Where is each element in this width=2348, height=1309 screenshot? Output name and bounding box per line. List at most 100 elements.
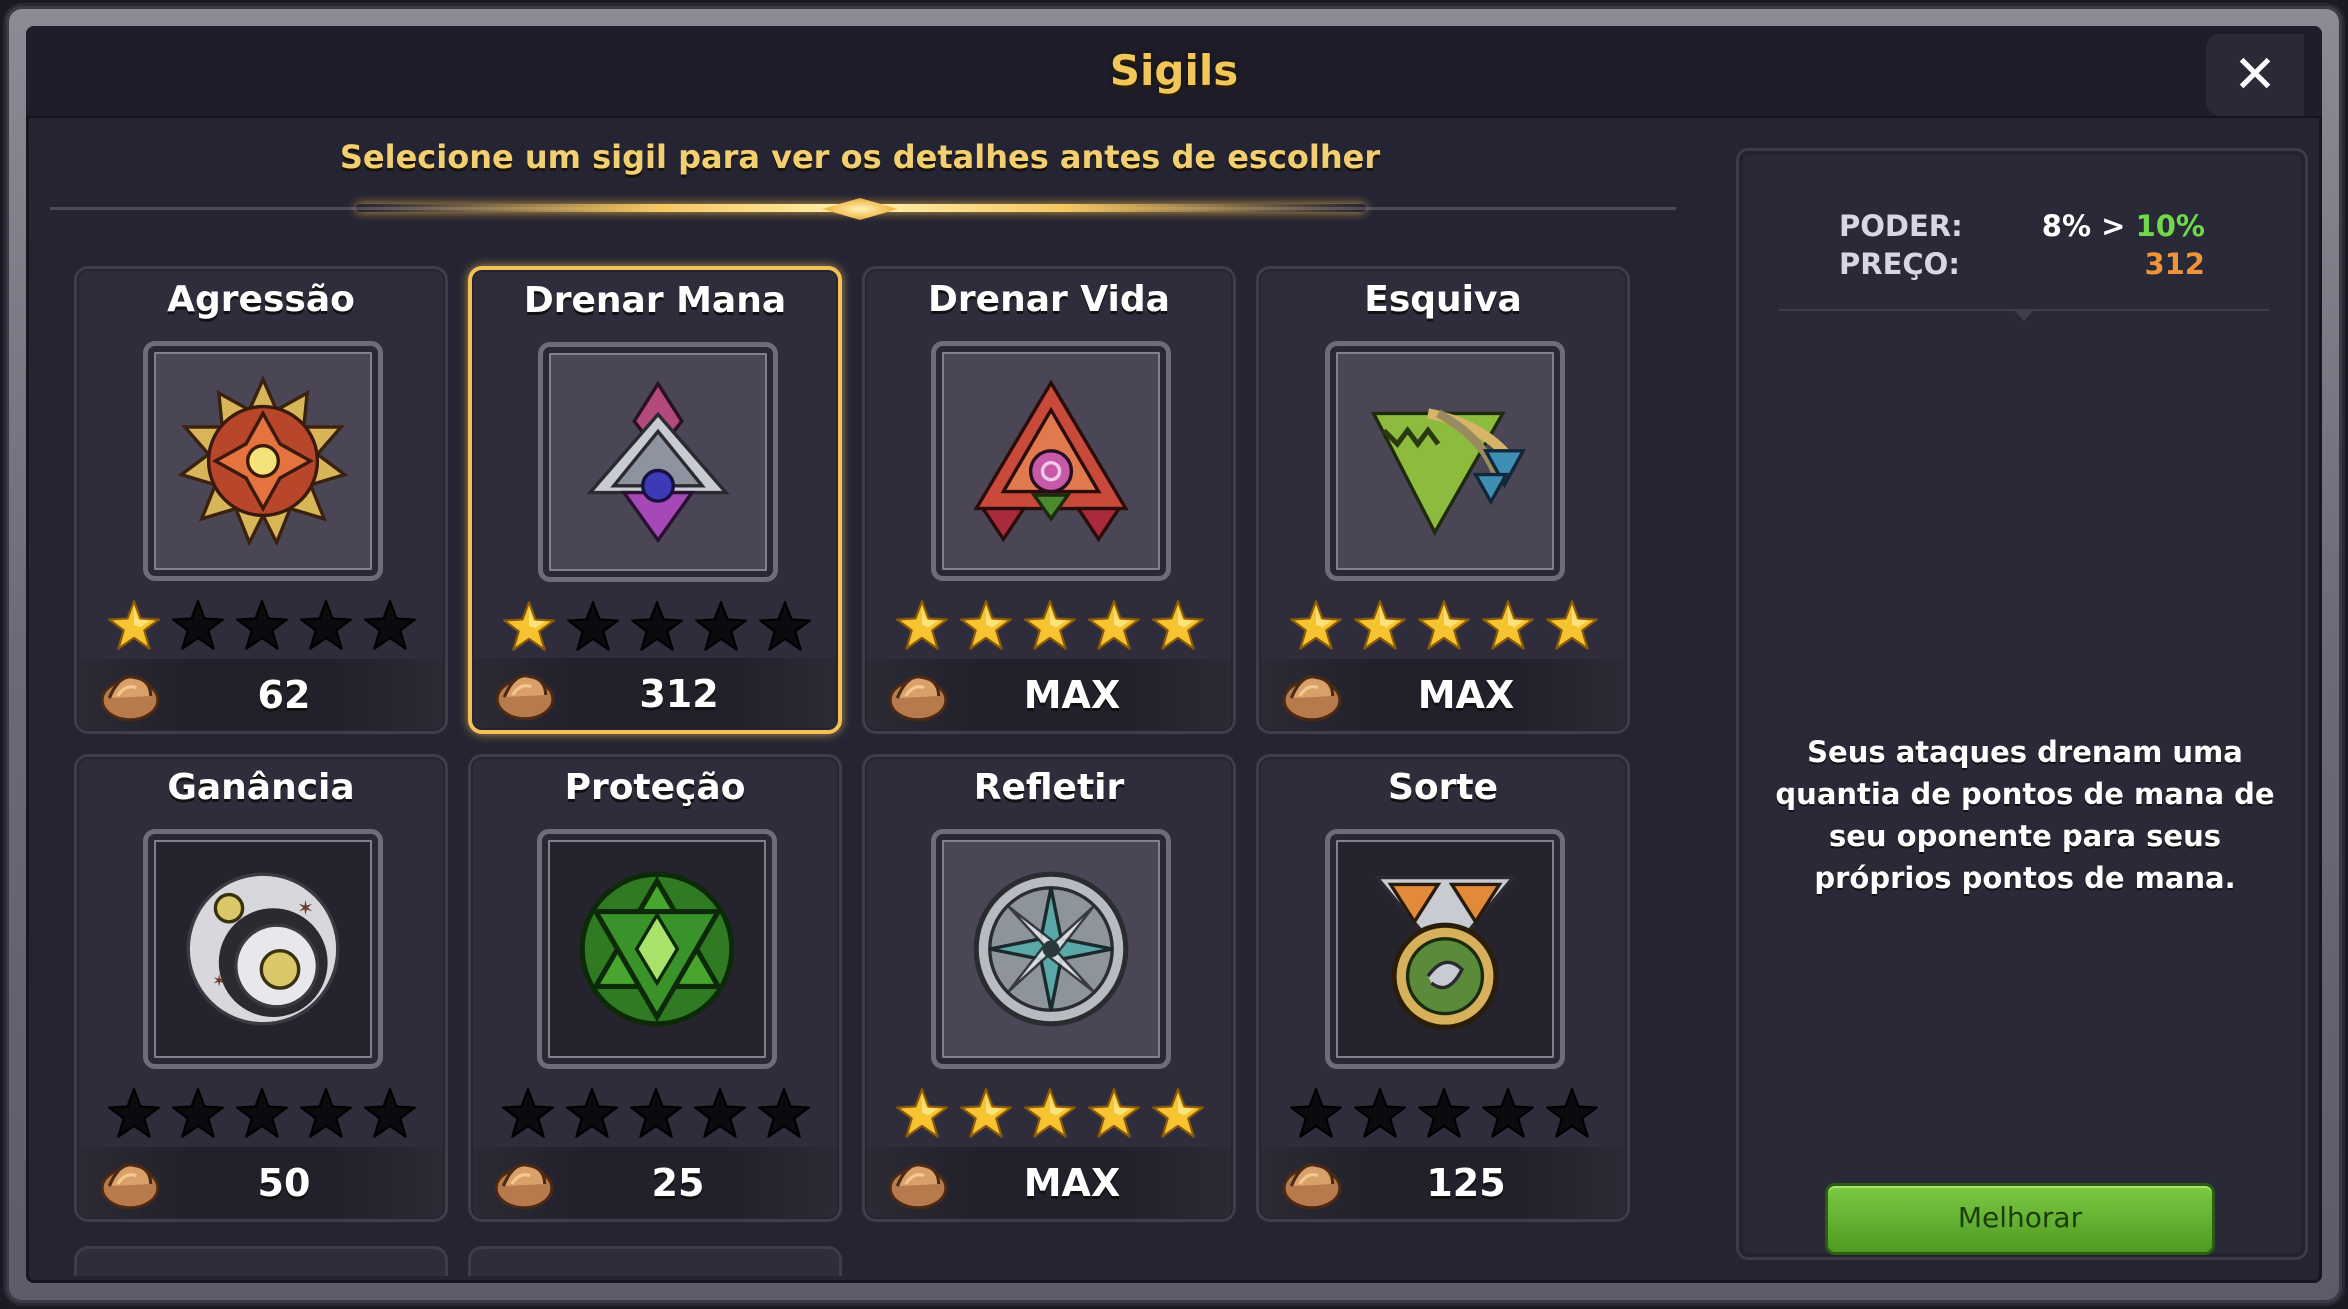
star-empty-icon — [694, 1088, 746, 1138]
sigil-price: MAX — [1417, 673, 1515, 717]
sigil-card-drenar-vida[interactable]: Drenar Vida MAX — [862, 266, 1236, 734]
sigil-icon-frame: ✶ ✶ — [143, 829, 383, 1069]
star-empty-icon — [364, 600, 416, 650]
star-empty-icon — [236, 600, 288, 650]
price-bar: MAX — [867, 1147, 1231, 1217]
agressao-sigil-icon — [178, 376, 348, 546]
price-bar: 50 — [79, 1147, 443, 1217]
star-rating — [501, 1087, 811, 1147]
sigil-grid: Agressão 62 Drenar Mana 312 Drenar Vida … — [74, 266, 1674, 1276]
power-value: 8% > 10% — [2042, 209, 2205, 243]
star-empty-icon — [630, 1088, 682, 1138]
star-empty-icon — [364, 1088, 416, 1138]
price-bar: MAX — [867, 659, 1231, 729]
sigil-card-sorte[interactable]: Sorte 125 — [1256, 754, 1630, 1222]
svg-text:✶: ✶ — [297, 896, 314, 920]
refletir-sigil-icon — [973, 871, 1129, 1027]
star-empty-icon — [1546, 1088, 1598, 1138]
close-button[interactable]: ✕ — [2206, 34, 2304, 116]
star-filled-icon — [1088, 1088, 1140, 1138]
star-rating — [107, 599, 417, 659]
sigil-name: Sorte — [1387, 767, 1499, 808]
star-rating — [895, 1087, 1205, 1147]
sigil-name: Proteção — [564, 767, 746, 808]
star-filled-icon — [503, 601, 555, 651]
sigil-card-ganancia[interactable]: Ganância ✶ ✶ 50 — [74, 754, 448, 1222]
star-filled-icon — [1546, 600, 1598, 650]
star-empty-icon — [172, 600, 224, 650]
star-filled-icon — [1290, 600, 1342, 650]
upgrade-button[interactable]: Melhorar — [1825, 1183, 2215, 1255]
price-bar: 312 — [474, 658, 836, 728]
star-empty-icon — [567, 601, 619, 651]
sigil-price: MAX — [1023, 1161, 1121, 1205]
star-rating — [895, 599, 1205, 659]
ganancia-sigil-icon: ✶ ✶ — [186, 872, 340, 1026]
sigil-name: Drenar Vida — [928, 279, 1170, 320]
sigil-price: 50 — [257, 1161, 311, 1205]
instruction-text: Selecione um sigil para ver os detalhes … — [339, 138, 1381, 176]
star-empty-icon — [502, 1088, 554, 1138]
star-rating — [502, 600, 812, 660]
sigil-icon-frame — [143, 341, 383, 581]
star-filled-icon — [1152, 1088, 1204, 1138]
star-filled-icon — [1024, 1088, 1076, 1138]
price-bar: 25 — [473, 1147, 837, 1217]
sigil-detail-panel: PODER: 8% > 10% PREÇO: 312 Seus ataques … — [1736, 148, 2308, 1260]
sorte-sigil-icon — [1373, 875, 1517, 1030]
sigil-card-agressao[interactable]: Agressão 62 — [74, 266, 448, 734]
price-bar: MAX — [1261, 659, 1625, 729]
sigil-name: Agressão — [167, 279, 355, 320]
sigil-icon-frame — [931, 341, 1171, 581]
sigil-icon-frame — [538, 342, 778, 582]
star-filled-icon — [1354, 600, 1406, 650]
star-rating — [1289, 599, 1599, 659]
star-empty-icon — [566, 1088, 618, 1138]
price-value: 312 — [2144, 247, 2205, 281]
sigil-card-drenar-mana[interactable]: Drenar Mana 312 — [468, 266, 842, 734]
sigil-icon-frame — [1325, 829, 1565, 1069]
protecao-sigil-icon — [579, 871, 735, 1027]
star-empty-icon — [1482, 1088, 1534, 1138]
divider-ornament — [822, 198, 898, 220]
sigil-description: Seus ataques drenam uma quantia de ponto… — [1775, 735, 2275, 895]
price-bar: 62 — [79, 659, 443, 729]
sigil-icon-frame — [1325, 341, 1565, 581]
star-rating — [107, 1087, 417, 1147]
star-filled-icon — [1024, 600, 1076, 650]
star-empty-icon — [631, 601, 683, 651]
star-filled-icon — [896, 1088, 948, 1138]
star-rating — [1289, 1087, 1599, 1147]
star-empty-icon — [758, 1088, 810, 1138]
sigil-name: Esquiva — [1364, 279, 1522, 320]
star-empty-icon — [172, 1088, 224, 1138]
sigil-card-refletir[interactable]: Refletir MAX — [862, 754, 1236, 1222]
window-title: Sigils — [1109, 46, 1239, 95]
header-bar: Sigils ✕ — [26, 26, 2322, 118]
star-filled-icon — [108, 600, 160, 650]
close-icon: ✕ — [2233, 45, 2277, 105]
drenar-vida-sigil-icon — [973, 379, 1129, 543]
star-filled-icon — [1482, 600, 1534, 650]
star-empty-icon — [300, 1088, 352, 1138]
sigil-card-partial[interactable] — [468, 1246, 842, 1276]
star-empty-icon — [759, 601, 811, 651]
star-filled-icon — [1152, 600, 1204, 650]
star-filled-icon — [1418, 600, 1470, 650]
sigil-card-protecao[interactable]: Proteção 25 — [468, 754, 842, 1222]
star-empty-icon — [1354, 1088, 1406, 1138]
star-empty-icon — [236, 1088, 288, 1138]
power-next: 10% — [2135, 209, 2205, 243]
sigil-icon-frame — [537, 829, 777, 1069]
sigil-name: Ganância — [167, 767, 355, 808]
sigil-price: MAX — [1023, 673, 1121, 717]
star-filled-icon — [960, 1088, 1012, 1138]
sigil-card-partial[interactable] — [74, 1246, 448, 1276]
sigil-price: 25 — [651, 1161, 705, 1205]
sigil-card-esquiva[interactable]: Esquiva MAX — [1256, 266, 1630, 734]
esquiva-sigil-icon — [1370, 408, 1527, 536]
sigil-name: Drenar Mana — [523, 280, 787, 321]
sigil-price: 312 — [639, 672, 719, 716]
price-bar: 125 — [1261, 1147, 1625, 1217]
star-empty-icon — [108, 1088, 160, 1138]
